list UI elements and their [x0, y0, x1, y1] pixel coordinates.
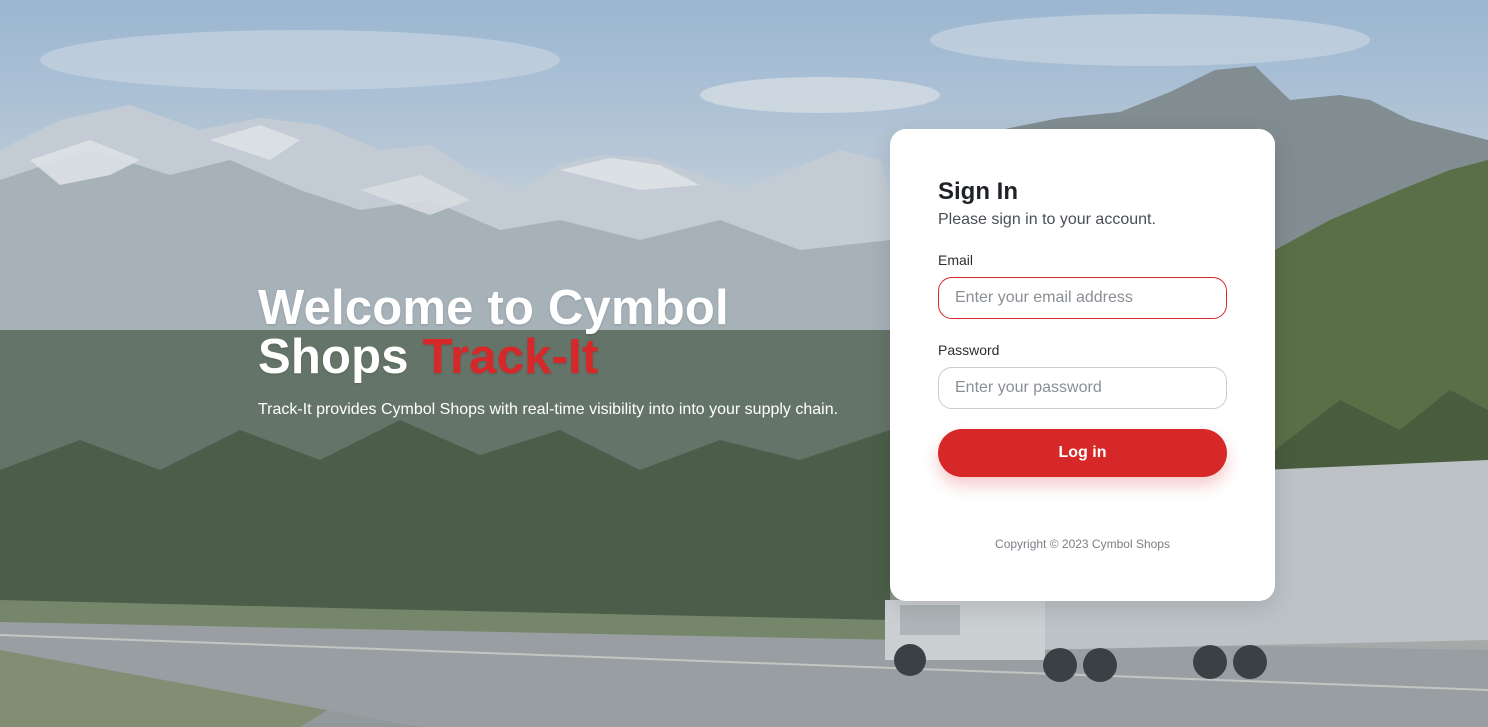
email-label: Email — [938, 252, 974, 268]
hero-title-accent: Track-It — [422, 330, 599, 384]
login-button[interactable]: Log in — [938, 429, 1227, 477]
email-field[interactable] — [938, 277, 1227, 319]
signin-title: Sign In — [938, 178, 1018, 205]
password-field[interactable] — [938, 367, 1227, 409]
signin-form: Sign In Please sign in to your account. … — [938, 177, 1227, 477]
hero-subtitle: Track-It provides Cymbol Shops with real… — [258, 401, 839, 418]
password-label: Password — [938, 342, 1000, 358]
hero: Welcome to Cymbol Shops Track-It Track-I… — [258, 284, 858, 422]
signin-card: Sign In Please sign in to your account. … — [890, 129, 1275, 601]
copyright-text: Copyright © 2023 Cymbol Shops — [995, 537, 1170, 551]
signin-subtitle: Please sign in to your account. — [938, 211, 1156, 228]
page: Welcome to Cymbol Shops Track-It Track-I… — [0, 0, 1488, 727]
hero-title: Welcome to Cymbol Shops Track-It — [258, 284, 858, 382]
